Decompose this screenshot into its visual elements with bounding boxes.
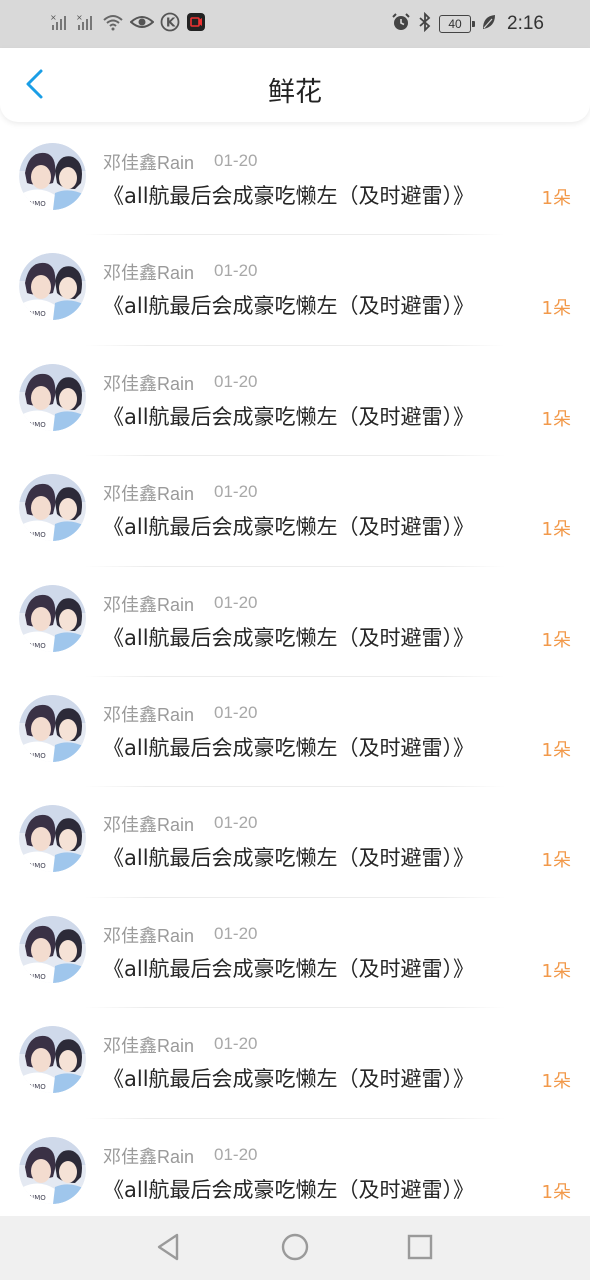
post-date: 01-20 [214,261,258,281]
flower-count: 1朵 [541,408,571,430]
svg-text:×: × [50,13,57,22]
svg-text:NMO: NMO [29,1194,46,1202]
post-date: 01-20 [214,813,258,833]
user-name[interactable]: 邓佳鑫Rain [103,1032,194,1058]
nav-back-button[interactable] [151,1231,187,1267]
post-title[interactable]: 《all航最后会成豪吃懒左（及时避雷）》 [103,1063,474,1093]
flower-count: 1朵 [541,519,571,541]
list-item[interactable]: NMO 邓佳鑫Rain 01-20 《all航最后会成豪吃懒左（及时避雷）》 1朵 [0,1008,590,1119]
user-name[interactable]: 邓佳鑫Rain [103,811,194,837]
status-time: 2:16 [507,13,544,34]
post-date: 01-20 [214,1144,258,1164]
list-item[interactable]: NMO 邓佳鑫Rain 01-20 《all航最后会成豪吃懒左（及时避雷）》 1朵 [0,1119,590,1229]
list-item[interactable]: NMO 邓佳鑫Rain 01-20 《all航最后会成豪吃懒左（及时避雷）》 1朵 [0,125,590,236]
flower-count: 1朵 [541,850,571,872]
avatar[interactable]: NMO [19,1026,86,1094]
post-title[interactable]: 《all航最后会成豪吃懒左（及时避雷）》 [103,180,474,210]
signal-1-icon: × [50,13,70,35]
list-item[interactable]: NMO 邓佳鑫Rain 01-20 《all航最后会成豪吃懒左（及时避雷）》 1朵 [0,456,590,567]
post-title[interactable]: 《all航最后会成豪吃懒左（及时避雷）》 [103,622,474,652]
avatar[interactable]: NMO [19,694,86,762]
flower-count: 1朵 [541,1071,571,1093]
svg-text:NMO: NMO [29,1083,46,1091]
home-circle-icon [280,1232,310,1266]
avatar[interactable]: NMO [19,915,86,983]
post-date: 01-20 [214,1034,258,1054]
list-item[interactable]: NMO 邓佳鑫Rain 01-20 《all航最后会成豪吃懒左（及时避雷）》 1朵 [0,235,590,346]
avatar[interactable]: NMO [19,474,86,542]
svg-text:NMO: NMO [29,421,46,429]
avatar[interactable]: NMO [19,363,86,431]
status-bar: × × K 40 2:16 [0,0,590,48]
flower-count: 1朵 [541,1181,571,1203]
svg-text:NMO: NMO [29,531,46,539]
list-item[interactable]: NMO 邓佳鑫Rain 01-20 《all航最后会成豪吃懒左（及时避雷）》 1朵 [0,677,590,788]
post-date: 01-20 [214,702,258,722]
nav-home-button[interactable] [277,1231,313,1267]
user-name[interactable]: 邓佳鑫Rain [103,922,194,948]
status-right: 40 2:16 [391,11,544,36]
svg-text:NMO: NMO [29,310,46,318]
svg-text:NMO: NMO [29,973,46,981]
flower-count: 1朵 [541,960,571,982]
post-date: 01-20 [214,923,258,943]
flower-count: 1朵 [541,629,571,651]
post-date: 01-20 [214,371,258,391]
post-title[interactable]: 《all航最后会成豪吃懒左（及时避雷）》 [103,732,474,762]
avatar[interactable]: NMO [19,253,86,321]
list-item[interactable]: NMO 邓佳鑫Rain 01-20 《all航最后会成豪吃懒左（及时避雷）》 1朵 [0,898,590,1009]
list-item[interactable]: NMO 邓佳鑫Rain 01-20 《all航最后会成豪吃懒左（及时避雷）》 1朵 [0,787,590,898]
bluetooth-icon [417,11,433,36]
list-item[interactable]: NMO 邓佳鑫Rain 01-20 《all航最后会成豪吃懒左（及时避雷）》 1朵 [0,346,590,457]
post-date: 01-20 [214,482,258,502]
avatar[interactable]: NMO [19,143,86,210]
flower-list: NMO 邓佳鑫Rain 01-20 《all航最后会成豪吃懒左（及时避雷）》 1朵 NMO… [0,125,590,1229]
status-left: × × K [50,12,206,36]
battery-icon: 40 [439,15,476,33]
flower-count: 1朵 [541,188,571,209]
flower-count: 1朵 [541,739,571,761]
recent-square-icon [406,1233,434,1265]
k-app-icon: K [160,12,180,36]
back-triangle-icon [155,1232,183,1266]
post-title[interactable]: 《all航最后会成豪吃懒左（及时避雷）》 [103,511,474,541]
avatar[interactable]: NMO [19,584,86,652]
post-date: 01-20 [214,592,258,612]
flower-count: 1朵 [541,298,571,320]
avatar[interactable]: NMO [19,805,86,873]
user-name[interactable]: 邓佳鑫Rain [103,480,194,506]
wifi-icon [102,13,124,35]
signal-2-icon: × [76,13,96,35]
post-title[interactable]: 《all航最后会成豪吃懒左（及时避雷）》 [103,842,474,872]
svg-text:NMO: NMO [29,752,46,760]
svg-text:NMO: NMO [29,642,46,650]
record-app-icon [186,12,206,36]
user-name[interactable]: 邓佳鑫Rain [103,1143,194,1169]
list-item[interactable]: NMO 邓佳鑫Rain 01-20 《all航最后会成豪吃懒左（及时避雷）》 1朵 [0,567,590,677]
alarm-icon [391,12,411,36]
user-name[interactable]: 邓佳鑫Rain [103,591,194,617]
page-title: 鲜花 [268,77,322,108]
user-name[interactable]: 邓佳鑫Rain [103,370,194,396]
user-name[interactable]: 邓佳鑫Rain [103,701,194,727]
svg-text:K: K [166,16,176,30]
post-title[interactable]: 《all航最后会成豪吃懒左（及时避雷）》 [103,290,474,320]
post-title[interactable]: 《all航最后会成豪吃懒左（及时避雷）》 [103,401,474,431]
header: 鲜花 [0,48,590,122]
eye-icon [129,13,155,35]
post-title[interactable]: 《all航最后会成豪吃懒左（及时避雷）》 [103,1174,474,1204]
user-name[interactable]: 邓佳鑫Rain [103,259,194,285]
avatar[interactable]: NMO [19,1136,86,1204]
post-title[interactable]: 《all航最后会成豪吃懒左（及时避雷）》 [103,953,474,983]
nav-recent-button[interactable] [402,1231,438,1267]
navigation-bar [0,1216,590,1280]
user-name[interactable]: 邓佳鑫Rain [103,149,194,175]
svg-text:×: × [76,13,83,22]
screen: × × K 40 2:16 鲜花 NMO 邓佳鑫Rain 01-20 《all航… [0,0,590,1280]
svg-text:NMO: NMO [29,862,46,870]
svg-text:NMO: NMO [29,200,46,208]
post-date: 01-20 [214,151,258,170]
leaf-icon [481,13,497,35]
